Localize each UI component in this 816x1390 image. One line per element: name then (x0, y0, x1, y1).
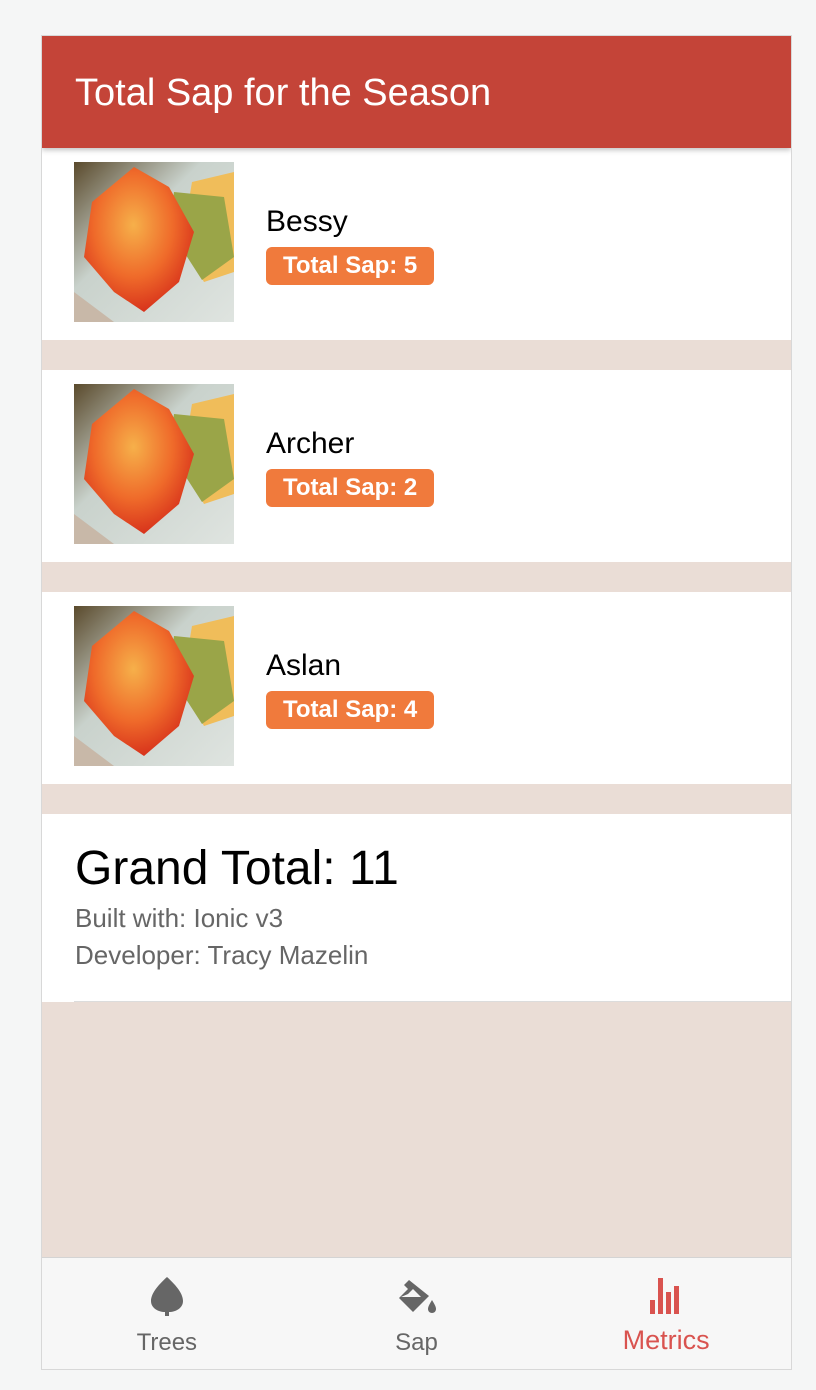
tab-trees[interactable]: Trees (42, 1258, 292, 1369)
tree-name: Archer (266, 427, 355, 460)
tree-name: Bessy (266, 205, 348, 238)
leaf-icon (150, 1277, 183, 1316)
total-sap-badge: Total Sap: 2 (266, 469, 435, 507)
tab-label: Sap (395, 1329, 438, 1356)
tree-thumbnail (74, 162, 234, 322)
tree-card[interactable]: Bessy Total Sap: 5 (42, 148, 791, 340)
tree-card[interactable]: Aslan Total Sap: 4 (42, 592, 791, 784)
grand-total-card: Grand Total: 11 Built with: Ionic v3 Dev… (42, 814, 791, 1002)
tab-sap[interactable]: Sap (292, 1258, 542, 1369)
tab-metrics[interactable]: Metrics (541, 1258, 791, 1369)
developer-text: Developer: Tracy Mazelin (75, 940, 369, 970)
bar-chart-icon (650, 1278, 680, 1314)
paint-bucket-icon (398, 1280, 436, 1313)
grand-total: Grand Total: 11 (75, 842, 399, 895)
tab-label: Metrics (622, 1325, 710, 1355)
tree-thumbnail (74, 606, 234, 766)
divider (74, 1001, 791, 1002)
total-sap-badge: Total Sap: 5 (266, 247, 435, 285)
tree-thumbnail (74, 384, 234, 544)
toolbar: Total Sap for the Season (42, 36, 791, 148)
app-frame: Total Sap for the Season Bessy Total Sap… (41, 35, 792, 1370)
page-title: Total Sap for the Season (75, 72, 492, 114)
tab-label: Trees (136, 1329, 198, 1356)
tab-bar: Trees Sap Metrics (42, 1257, 791, 1369)
tree-card[interactable]: Archer Total Sap: 2 (42, 370, 791, 562)
total-sap-badge: Total Sap: 4 (266, 691, 435, 729)
built-with-text: Built with: Ionic v3 (75, 903, 284, 933)
tree-name: Aslan (266, 649, 342, 682)
